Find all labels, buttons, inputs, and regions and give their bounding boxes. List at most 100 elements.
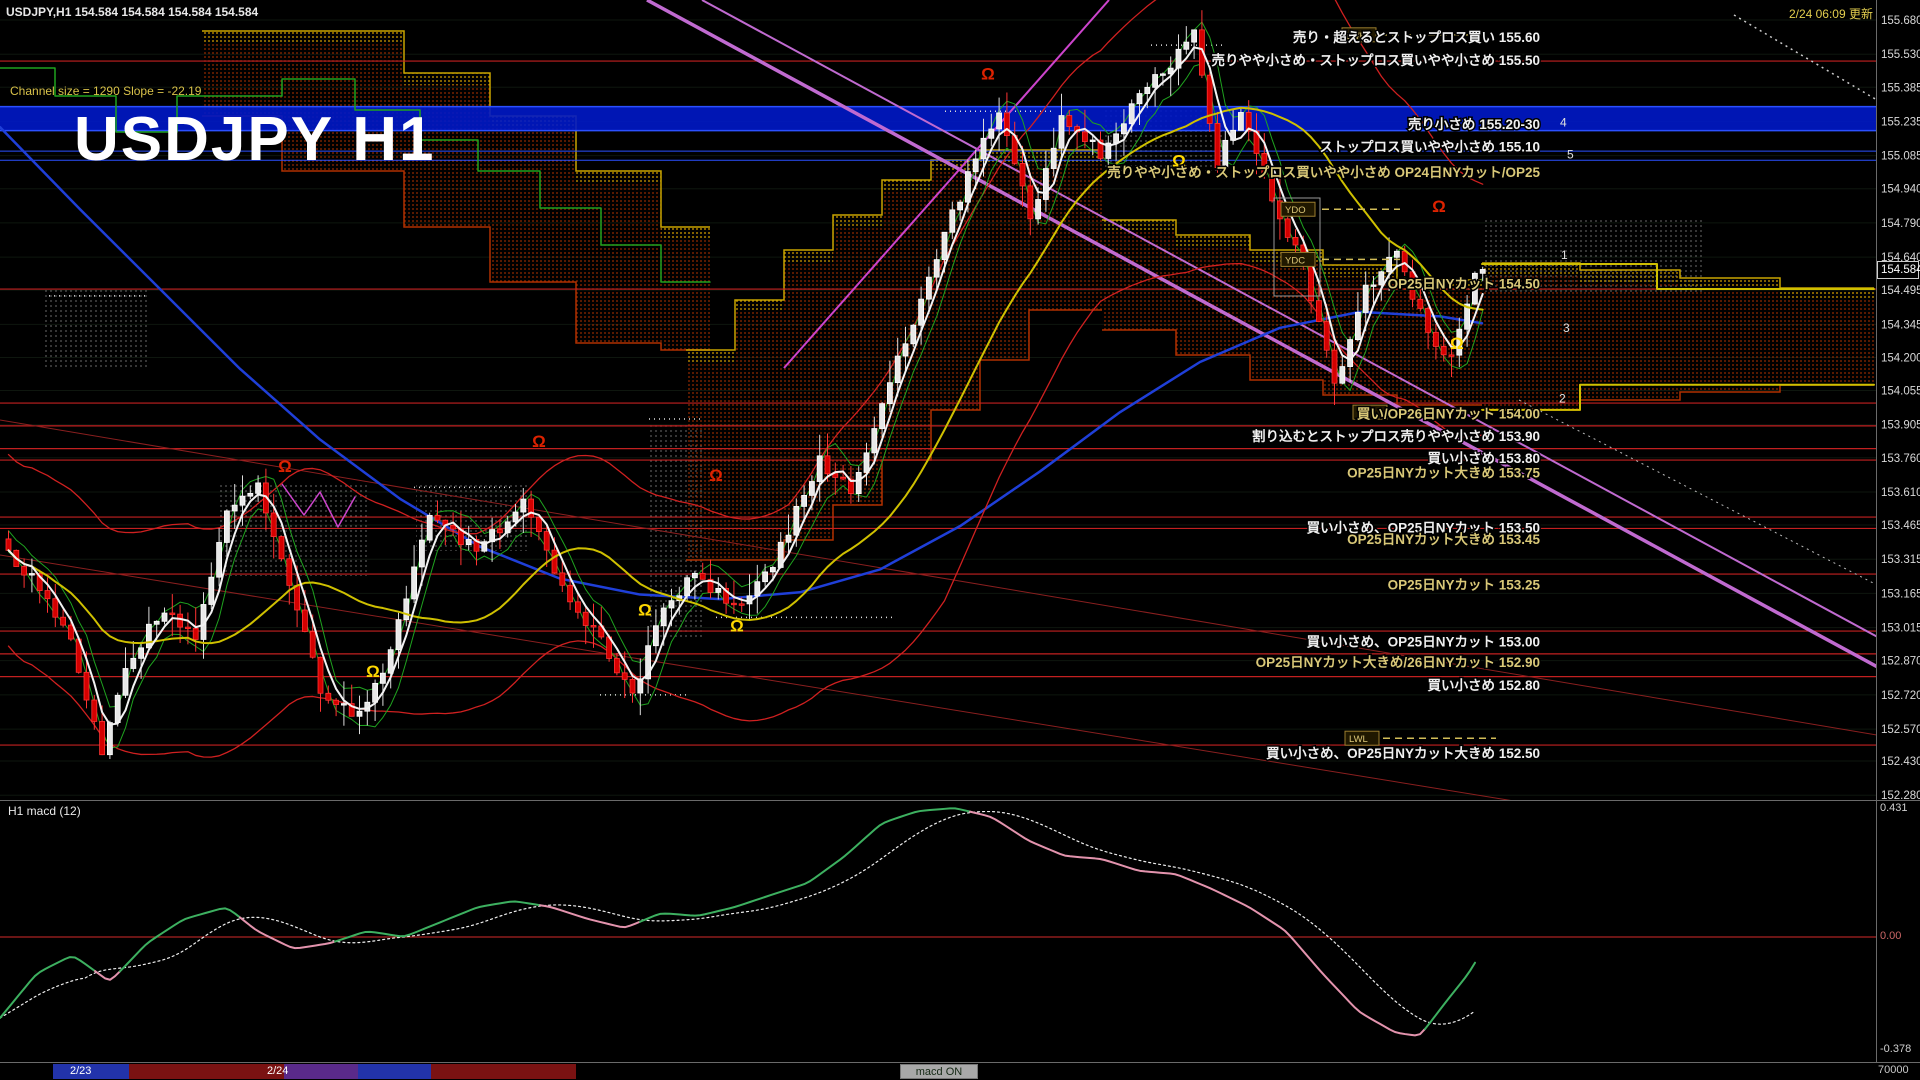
order-annotation: 買い小さめ、OP25日NYカット 153.00 (1307, 634, 1540, 649)
candle-body (45, 591, 50, 599)
current-price-tag: 154.584 (1877, 261, 1919, 279)
candle-body (217, 542, 222, 577)
candle-body (692, 573, 697, 577)
price-axis-label: 152.720 (1881, 690, 1920, 702)
omega-pivot-marker: Ω (532, 432, 546, 451)
candle-body (919, 299, 924, 325)
candle-body (318, 657, 323, 693)
candle-body (232, 505, 237, 511)
candle-body (1441, 346, 1446, 354)
order-annotation: 買い小さめ 152.80 (1427, 678, 1540, 693)
candle-body (934, 260, 939, 278)
candle-body (1192, 30, 1197, 42)
cloud-top-strip (784, 250, 833, 262)
session-segment (284, 1064, 358, 1079)
candle-body (950, 210, 955, 232)
chart-object-label: YDO (1285, 205, 1306, 216)
candle-body (770, 567, 775, 571)
order-annotation: 買い小さめ、OP25日NYカット大きめ 152.50 (1266, 745, 1540, 761)
candle-body (115, 695, 120, 722)
candle-body (1340, 367, 1345, 384)
candle-body (802, 495, 807, 506)
candle-body (1129, 104, 1134, 124)
price-axis-label: 155.235 (1881, 116, 1920, 128)
candle-body (100, 721, 105, 754)
candle-body (1090, 140, 1095, 142)
candle-body (653, 626, 658, 646)
candle-body (29, 574, 34, 576)
order-annotation: 買い小さめ 153.80 (1427, 451, 1540, 466)
cloud-top-strip (576, 171, 661, 183)
candle-body (435, 515, 440, 520)
price-axis-label: 155.680 (1881, 15, 1920, 27)
candle-body (427, 515, 432, 540)
candle-body (224, 511, 229, 543)
candle-body (1379, 272, 1384, 285)
candle-body (1051, 148, 1056, 168)
candle-body (1043, 169, 1048, 200)
order-annotation: 割り込むとストップロス売りやや小さめ 153.90 (1252, 428, 1540, 444)
order-annotation: OP25日NYカット大きめ 153.75 (1347, 465, 1540, 481)
candle-body (1184, 42, 1189, 49)
session-segment (358, 1064, 431, 1079)
candle-body (887, 383, 892, 404)
candle-body (53, 599, 58, 618)
candle-body (139, 648, 144, 659)
candle-body (661, 608, 666, 626)
macd-scale-bottom: -0.378 (1880, 1043, 1911, 1055)
candle-body (1121, 124, 1126, 134)
price-axis-label: 155.530 (1881, 49, 1920, 61)
cloud-zone (490, 116, 576, 282)
price-axis-label: 153.015 (1881, 623, 1920, 635)
candle-body (833, 474, 838, 478)
candle-body (1145, 87, 1150, 93)
omega-pivot-marker: Ω (709, 466, 723, 485)
macd-scale-zero: 0.00 (1880, 930, 1901, 942)
candle-body (568, 585, 573, 602)
candle-body (92, 700, 97, 721)
candle-body (279, 537, 284, 559)
candle-body (412, 567, 417, 599)
candle-body (1114, 134, 1119, 143)
candle-body (146, 624, 151, 648)
candle-body (1293, 237, 1298, 245)
candle-body (1332, 350, 1337, 383)
volume-scale-label: 70000 (1878, 1064, 1909, 1076)
cloud-zone (1029, 150, 1102, 310)
order-annotation: ストップロス買いやや小さめ 155.10 (1319, 140, 1540, 155)
candle-body (404, 599, 409, 620)
candle-body (131, 658, 136, 668)
candle-body (466, 539, 471, 544)
candle-body (1316, 301, 1321, 322)
price-axis-label: 152.570 (1881, 724, 1920, 736)
macd-toggle-button[interactable]: macd ON (900, 1064, 978, 1079)
chart-object-label: LWL (1349, 734, 1368, 745)
date-label: 2/24 (267, 1065, 288, 1077)
candle-body (575, 602, 580, 612)
candle-body (396, 620, 401, 650)
candle-body (895, 356, 900, 383)
candle-body (1394, 251, 1399, 257)
price-axis: 155.680155.530155.385155.235155.085154.9… (1881, 15, 1920, 802)
price-axis-label: 152.430 (1881, 756, 1920, 768)
candle-body (248, 493, 253, 496)
candle-body (786, 535, 791, 542)
candle-body (68, 625, 73, 639)
candle-body (154, 621, 159, 624)
cloud-zone (735, 300, 784, 560)
candle-body (84, 672, 89, 700)
candle-body (630, 679, 635, 693)
candle-body (341, 704, 346, 706)
candle-body (1028, 186, 1033, 219)
candle-body (669, 601, 674, 608)
order-annotation: OP25日NYカット 154.50 (1388, 276, 1540, 291)
cloud-top-strip (735, 300, 784, 312)
macd-panel (0, 808, 1876, 1035)
cloud-top-strip (404, 73, 490, 85)
price-axis-label: 154.055 (1881, 386, 1920, 398)
candle-body (864, 453, 869, 473)
macd-indicator-label: H1 macd (12) (8, 804, 81, 818)
candle-body (123, 668, 128, 695)
candle-body (1137, 94, 1142, 104)
cloud-zone (1176, 235, 1250, 355)
